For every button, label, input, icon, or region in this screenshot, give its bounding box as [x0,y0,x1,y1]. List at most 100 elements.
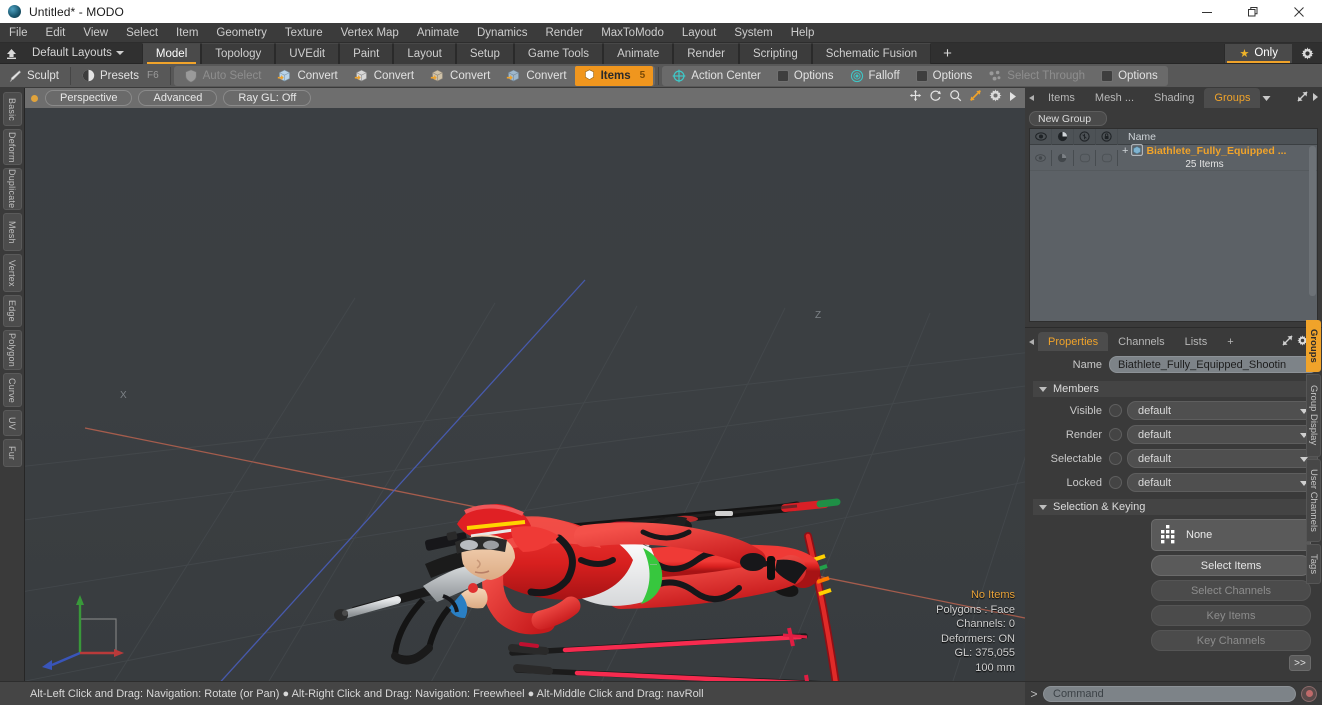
convert-polygon-button[interactable]: Convert [422,66,498,86]
action-center-button[interactable]: Action Center [664,66,769,86]
add-tab-button[interactable]: + [931,43,964,64]
select-through-options-button[interactable]: Options [1093,66,1166,86]
chevron-down-icon[interactable] [1260,88,1273,108]
selection-set-button[interactable]: None [1151,519,1311,551]
record-icon[interactable] [1301,685,1317,702]
tab-topology[interactable]: Topology [201,42,276,64]
tab-model[interactable]: Model [141,42,202,64]
viewport-gl-canvas[interactable]: Z X OS — No Items Polygons: Face Channe… [25,108,1025,681]
tool-tab-duplicate[interactable]: Duplicate [2,168,22,210]
only-toggle-button[interactable]: ★ Only [1224,43,1292,63]
row-render-toggle[interactable] [1052,149,1074,166]
menu-layout[interactable]: Layout [673,23,726,43]
tool-tab-basic[interactable]: Basic [2,92,22,126]
checkbox-icon[interactable] [915,69,928,82]
tab-layout[interactable]: Layout [393,42,456,64]
close-icon[interactable] [1276,0,1322,23]
select-through-button[interactable]: Select Through [980,66,1093,86]
tab-add[interactable]: + [1217,332,1243,351]
properties-menu-icon[interactable] [1025,332,1038,351]
new-group-button[interactable]: New Group [1029,111,1107,126]
convert-material-button[interactable]: Convert [498,66,574,86]
menu-item[interactable]: Item [167,23,207,43]
menu-select[interactable]: Select [117,23,167,43]
tab-animate[interactable]: Animate [603,42,674,64]
minimize-icon[interactable] [1184,0,1230,23]
viewport-state-dot[interactable] [31,94,38,102]
expand-icon[interactable] [1282,333,1293,351]
tool-tab-deform[interactable]: Deform [2,129,22,165]
tab-groups[interactable]: Groups [1204,88,1261,108]
tab-schematic-fusion[interactable]: Schematic Fusion [811,42,932,64]
falloff-button[interactable]: Falloff [842,66,908,86]
menu-dynamics[interactable]: Dynamics [468,23,536,43]
tab-scripting[interactable]: Scripting [738,42,812,64]
presets-button[interactable]: Presets F6 [74,66,167,86]
side-tab-groups[interactable]: Groups [1306,320,1321,372]
fit-icon[interactable] [969,89,982,107]
render-icon[interactable] [1052,128,1074,145]
tab-setup[interactable]: Setup [455,42,514,64]
gear-icon[interactable] [1292,46,1322,60]
convert-edge-button[interactable]: Convert [346,66,422,86]
tool-tab-vertex[interactable]: Vertex [2,254,22,292]
convert-vertex-button[interactable]: Convert [269,66,345,86]
menu-maxtomodo[interactable]: MaxToModo [592,23,673,43]
expand-icon[interactable] [1297,89,1308,107]
tab-lists[interactable]: Lists [1175,332,1218,351]
tab-mesh[interactable]: Mesh ... [1085,88,1144,108]
auto-select-button[interactable]: Auto Select [176,66,270,86]
move-icon[interactable] [909,89,922,107]
items-mode-button[interactable]: Items 5 [574,65,654,86]
menu-file[interactable]: File [0,23,37,43]
name-field[interactable]: Biathlete_Fully_Equipped_Shootin [1109,356,1318,373]
locked-dropdown[interactable]: default [1127,473,1318,492]
tool-tab-uv[interactable]: UV [2,410,22,436]
tab-paint[interactable]: Paint [339,42,394,64]
side-tab-group-display[interactable]: Group Display [1306,374,1321,457]
gear-icon[interactable] [989,89,1002,107]
chevron-right-icon[interactable] [1312,89,1319,107]
menu-vertex-map[interactable]: Vertex Map [332,23,408,43]
table-row[interactable]: + Biathlete_Fully_Equipped ... 25 Items [1030,144,1317,171]
group-list-scrollbar[interactable] [1309,146,1316,296]
checkbox-icon[interactable] [1101,69,1114,82]
home-layout-icon[interactable] [0,43,22,64]
row-select-toggle[interactable] [1074,149,1096,166]
command-input[interactable]: Command [1043,685,1296,702]
select-icon[interactable] [1074,128,1096,145]
tab-shading[interactable]: Shading [1144,88,1204,108]
tab-uvedit[interactable]: UVEdit [275,42,340,64]
tab-channels[interactable]: Channels [1108,332,1174,351]
tab-game-tools[interactable]: Game Tools [513,42,604,64]
menu-system[interactable]: System [725,23,781,43]
row-eye-toggle[interactable] [1030,149,1052,166]
checkbox-icon[interactable] [776,69,789,82]
selectable-radio[interactable] [1109,452,1122,465]
tab-render[interactable]: Render [673,42,739,64]
viewport-raygl-button[interactable]: Ray GL: Off [223,90,312,106]
select-items-button[interactable]: Select Items [1151,555,1311,576]
tool-tab-mesh[interactable]: Mesh [2,213,22,251]
render-dropdown[interactable]: default [1127,425,1318,444]
zoom-icon[interactable] [949,89,962,107]
selectable-dropdown[interactable]: default [1127,449,1318,468]
tab-properties[interactable]: Properties [1038,332,1109,351]
tool-tab-fur[interactable]: Fur [2,439,22,467]
menu-render[interactable]: Render [536,23,592,43]
menu-animate[interactable]: Animate [408,23,468,43]
side-tab-tags[interactable]: Tags [1306,544,1321,584]
falloff-options-button[interactable]: Options [908,66,981,86]
tab-items[interactable]: Items [1038,88,1085,108]
tool-tab-edge[interactable]: Edge [2,295,22,327]
plus-expand-icon[interactable]: + [1122,145,1128,156]
visible-radio[interactable] [1109,404,1122,417]
restore-icon[interactable] [1230,0,1276,23]
layout-preset-select[interactable]: Default Layouts [22,47,130,59]
selection-keying-section-header[interactable]: Selection & Keying [1033,499,1314,515]
menu-geometry[interactable]: Geometry [207,23,276,43]
menu-edit[interactable]: Edit [37,23,75,43]
menu-texture[interactable]: Texture [276,23,332,43]
viewport-shading-mode-button[interactable]: Advanced [138,90,218,106]
lock-icon[interactable] [1096,128,1118,145]
